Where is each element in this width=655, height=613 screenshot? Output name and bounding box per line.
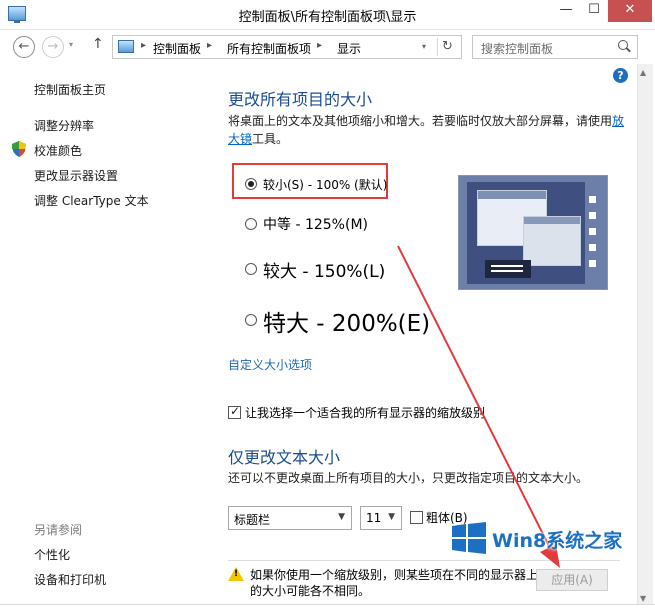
- warning-text: 如果你使用一个缩放级别，则某些项在不同的显示器上的大小可能各不相同。: [250, 568, 539, 598]
- description-text-end: 工具。: [252, 132, 289, 146]
- breadcrumb-separator-icon[interactable]: ▸: [317, 40, 322, 51]
- shield-icon: [12, 141, 26, 157]
- preview-window-bar: [524, 217, 580, 224]
- vertical-scrollbar[interactable]: [637, 64, 653, 604]
- font-size-select[interactable]: 11 ▼: [360, 506, 402, 530]
- control-panel-icon: [118, 40, 134, 53]
- preview-taskbar-icons: [589, 196, 597, 276]
- sidebar-item-calibrate-color[interactable]: 校准颜色: [34, 142, 82, 159]
- sidebar-item-control-panel-home[interactable]: 控制面板主页: [34, 81, 106, 98]
- sidebar-item-change-display-settings[interactable]: 更改显示器设置: [34, 167, 118, 184]
- preview-window-bar: [478, 191, 546, 199]
- up-button[interactable]: ↑: [92, 36, 104, 52]
- display-preview-image: [458, 175, 608, 290]
- bold-checkbox[interactable]: [410, 511, 423, 524]
- maximize-button[interactable]: ☐: [580, 0, 608, 22]
- scroll-down-icon[interactable]: ▼: [640, 594, 646, 603]
- description-text: 将桌面上的文本及其他项缩小和增大。若要临时仅放大部分屏幕，请使用: [228, 114, 613, 128]
- window-bottom-edge: [0, 604, 655, 613]
- back-button[interactable]: ←: [13, 36, 35, 58]
- search-input[interactable]: 搜索控制面板: [481, 40, 553, 57]
- scaling-level-label[interactable]: 让我选择一个适合我的所有显示器的缩放级别: [245, 404, 485, 421]
- chevron-down-icon[interactable]: ▼: [388, 512, 395, 522]
- chevron-down-icon[interactable]: ▼: [338, 512, 345, 522]
- breadcrumb-display[interactable]: 显示: [337, 40, 361, 57]
- option-larger-label[interactable]: 较大 - 150%(L): [263, 257, 385, 282]
- see-also-heading: 另请参阅: [34, 523, 83, 537]
- item-select[interactable]: 标题栏 ▼: [228, 506, 352, 530]
- option-extra-large-label[interactable]: 特大 - 200%(E): [263, 304, 430, 338]
- page-description: 将桌面上的文本及其他项缩小和增大。若要临时仅放大部分屏幕，请使用放大镜工具。: [228, 112, 628, 148]
- watermark-text: Win8系统之家: [492, 530, 623, 552]
- windows-logo-icon: [452, 522, 486, 554]
- page-heading: 更改所有项目的大小: [228, 90, 373, 109]
- minimize-button[interactable]: —: [552, 0, 580, 22]
- breadcrumb-all-items[interactable]: 所有控制面板项: [227, 40, 311, 57]
- warning-bar: ! 如果你使用一个缩放级别，则某些项在不同的显示器上的大小可能各不相同。 应用(…: [228, 560, 620, 604]
- title-bar: 控制面板\所有控制面板项\显示 — ☐ ✕: [0, 0, 655, 30]
- search-box[interactable]: 搜索控制面板: [472, 35, 638, 59]
- breadcrumb-control-panel[interactable]: 控制面板: [153, 40, 201, 57]
- scaling-level-checkbox[interactable]: [228, 404, 241, 419]
- navigation-bar: ← → ▾ ↑ ▸ 控制面板 ▸ 所有控制面板项 ▸ 显示 ▾ ↻ 搜索控制面板: [0, 30, 655, 64]
- option-smaller-label[interactable]: 较小(S) - 100% (默认): [263, 176, 387, 193]
- recent-locations-dropdown[interactable]: ▾: [69, 40, 73, 49]
- option-medium-label[interactable]: 中等 - 125%(M): [263, 214, 368, 234]
- radio-medium[interactable]: [245, 218, 257, 230]
- close-button[interactable]: ✕: [608, 0, 652, 22]
- radio-larger[interactable]: [245, 263, 257, 275]
- address-bar[interactable]: ▸ 控制面板 ▸ 所有控制面板项 ▸ 显示 ▾ ↻: [112, 35, 462, 59]
- watermark: Win8系统之家: [452, 520, 622, 558]
- sidebar-item-cleartype[interactable]: 调整 ClearType 文本: [34, 192, 149, 209]
- font-size-value[interactable]: 11: [366, 511, 381, 525]
- text-size-heading: 仅更改文本大小: [228, 448, 341, 467]
- forward-button[interactable]: →: [42, 36, 64, 58]
- breadcrumb-separator-icon[interactable]: ▸: [141, 40, 146, 51]
- scroll-up-icon[interactable]: ▲: [640, 68, 646, 77]
- breadcrumb-separator-icon[interactable]: ▸: [207, 40, 212, 51]
- item-select-value[interactable]: 标题栏: [234, 511, 270, 528]
- radio-smaller[interactable]: [245, 178, 257, 190]
- radio-extra-large[interactable]: [245, 314, 257, 326]
- address-dropdown-icon[interactable]: ▾: [415, 38, 433, 56]
- apply-button[interactable]: 应用(A): [536, 569, 608, 591]
- preview-window: [523, 216, 581, 266]
- search-icon[interactable]: [618, 40, 628, 50]
- sidebar-item-personalization[interactable]: 个性化: [34, 546, 70, 563]
- refresh-icon[interactable]: ↻: [437, 38, 457, 56]
- sidebar-item-adjust-resolution[interactable]: 调整分辨率: [34, 117, 94, 134]
- text-size-description: 还可以不更改桌面上所有项目的大小，只更改指定项目的文本大小。: [228, 471, 589, 485]
- help-icon[interactable]: ?: [613, 68, 628, 83]
- preview-taskbar: [485, 260, 531, 278]
- custom-sizing-link[interactable]: 自定义大小选项: [228, 356, 312, 373]
- sidebar-item-devices-printers[interactable]: 设备和打印机: [34, 571, 106, 588]
